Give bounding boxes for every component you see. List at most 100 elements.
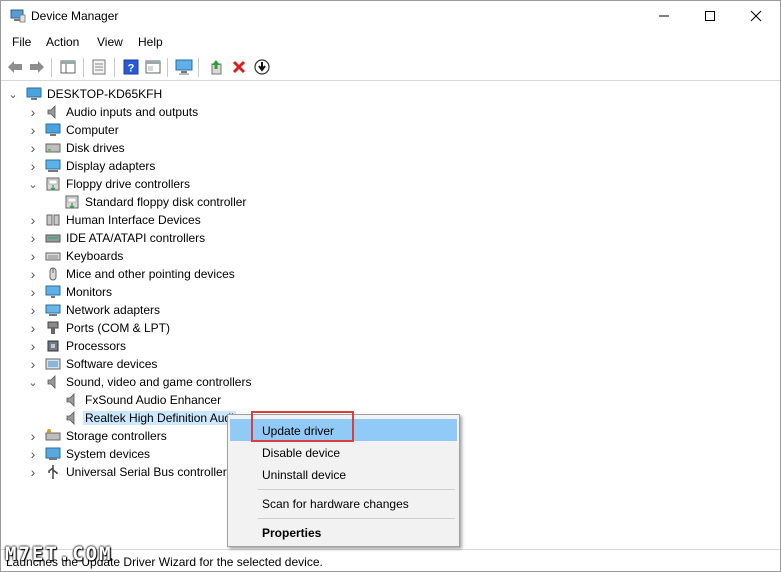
tree-node[interactable]: › Ports (COM & LPT) (2, 319, 302, 337)
minimize-button[interactable] (641, 1, 687, 31)
expand-chevron-icon[interactable]: › (26, 428, 40, 444)
ctx-scan-hardware-label: Scan for hardware changes (262, 497, 409, 511)
expand-chevron-icon[interactable]: › (26, 356, 40, 372)
tree-node[interactable]: › Display adapters (2, 157, 302, 175)
tree-node[interactable]: › Software devices (2, 355, 302, 373)
tree-node-label: Monitors (66, 285, 113, 299)
tree-node-label: Floppy drive controllers (66, 177, 191, 191)
update-driver-icon[interactable] (207, 58, 225, 76)
speaker-icon (47, 105, 56, 119)
ctx-scan-hardware[interactable]: Scan for hardware changes (230, 492, 457, 514)
ctx-uninstall-device[interactable]: Uninstall device (230, 463, 457, 485)
uninstall-icon[interactable] (230, 58, 248, 76)
view-icon[interactable] (144, 58, 162, 76)
device-manager-window: Device Manager File Action View Help ? ⌄… (0, 0, 781, 572)
menu-action[interactable]: Action (46, 35, 79, 49)
window-title: Device Manager (31, 9, 119, 23)
ide-icon (45, 234, 61, 243)
tree-node-label: Realtek High Definition Audi (83, 411, 236, 425)
tree-node[interactable]: › Keyboards (2, 247, 302, 265)
usb-icon (48, 465, 58, 479)
processor-icon (47, 340, 59, 352)
expand-chevron-icon[interactable]: › (26, 302, 40, 318)
menu-view[interactable]: View (97, 35, 123, 49)
expand-chevron-icon[interactable]: › (26, 104, 40, 120)
expand-chevron-icon[interactable]: › (26, 338, 40, 354)
tree-node-label: System devices (66, 447, 151, 461)
tree-node[interactable]: ⌄ Floppy drive controllers (2, 175, 302, 193)
floppy-controller-icon (65, 195, 79, 209)
tree-node-label: Audio inputs and outputs (66, 105, 199, 119)
tree-node[interactable]: › Computer (2, 121, 302, 139)
maximize-button[interactable] (687, 1, 733, 31)
expand-chevron-icon[interactable]: › (26, 284, 40, 300)
collapse-chevron-icon[interactable]: ⌄ (6, 86, 20, 102)
software-device-icon (45, 358, 61, 370)
port-icon (47, 321, 59, 334)
tree-node-label: Software devices (66, 357, 158, 371)
tree-node[interactable]: › Human Interface Devices (2, 211, 302, 229)
tree-node[interactable]: › Network adapters (2, 301, 302, 319)
tree-node[interactable]: FxSound Audio Enhancer (2, 391, 302, 409)
speaker-icon (66, 411, 75, 425)
help-icon[interactable]: ? (122, 58, 140, 76)
collapse-chevron-icon[interactable]: ⌄ (26, 176, 40, 192)
tree-node[interactable]: › Monitors (2, 283, 302, 301)
tree-node-label: Ports (COM & LPT) (66, 321, 171, 335)
monitor-icon[interactable] (175, 58, 193, 76)
menu-help[interactable]: Help (138, 35, 163, 49)
expand-chevron-icon[interactable]: › (26, 158, 40, 174)
show-hide-icon[interactable] (90, 58, 108, 76)
toolbar-separator (167, 58, 168, 77)
maximize-icon (705, 11, 715, 21)
expand-chevron-icon[interactable]: › (26, 446, 40, 462)
monitor-icon (45, 285, 61, 298)
tree-node[interactable]: › Processors (2, 337, 302, 355)
back-icon[interactable] (6, 58, 24, 76)
expand-chevron-icon[interactable]: › (26, 320, 40, 336)
mouse-icon (49, 267, 57, 281)
toolbar-separator (51, 58, 52, 77)
disk-icon (45, 143, 61, 153)
hid-icon (46, 214, 60, 226)
keyboard-icon (45, 252, 61, 261)
toolbar-separator (114, 58, 115, 77)
ctx-properties-label: Properties (262, 526, 322, 540)
tree-node-label: Disk drives (66, 141, 125, 155)
tree-node[interactable]: › Mice and other pointing devices (2, 265, 302, 283)
menu-file[interactable]: File (12, 35, 31, 49)
ctx-disable-device-label: Disable device (262, 446, 341, 460)
tree-node[interactable]: Standard floppy disk controller (2, 193, 302, 211)
tree-node[interactable]: ⌄ Sound, video and game controllers (2, 373, 302, 391)
expand-chevron-icon[interactable]: › (26, 464, 40, 480)
expand-chevron-icon[interactable]: › (26, 230, 40, 246)
ctx-properties[interactable]: Properties (230, 521, 457, 543)
forward-icon[interactable] (28, 58, 46, 76)
tree-node-label: IDE ATA/ATAPI controllers (66, 231, 206, 245)
expand-chevron-icon[interactable]: › (26, 140, 40, 156)
download-icon[interactable] (253, 58, 271, 76)
tree-node[interactable]: › Audio inputs and outputs (2, 103, 302, 121)
ctx-disable-device[interactable]: Disable device (230, 441, 457, 463)
floppy-controller-icon (46, 177, 60, 191)
expand-chevron-icon[interactable]: › (26, 248, 40, 264)
ctx-separator (258, 518, 455, 519)
minimize-icon (659, 15, 669, 17)
tree-node-label: Human Interface Devices (66, 213, 201, 227)
expand-chevron-icon[interactable]: › (26, 212, 40, 228)
close-button[interactable] (733, 1, 779, 31)
tree-node[interactable]: › IDE ATA/ATAPI controllers (2, 229, 302, 247)
tree-root[interactable]: ⌄ DESKTOP-KD65KFH (2, 85, 302, 103)
tree-node-label: Computer (66, 123, 119, 137)
speaker-icon (47, 375, 56, 389)
expand-chevron-icon[interactable]: › (26, 266, 40, 282)
tree-node[interactable]: › Disk drives (2, 139, 302, 157)
expand-chevron-icon[interactable]: › (26, 122, 40, 138)
network-icon (45, 304, 61, 316)
watermark: M7ET.COM (5, 543, 113, 565)
speaker-icon (66, 393, 75, 407)
properties-pane-icon[interactable] (59, 58, 77, 76)
tree-root-label: DESKTOP-KD65KFH (47, 87, 163, 101)
collapse-chevron-icon[interactable]: ⌄ (26, 374, 40, 390)
tree-node-label: Display adapters (66, 159, 156, 173)
